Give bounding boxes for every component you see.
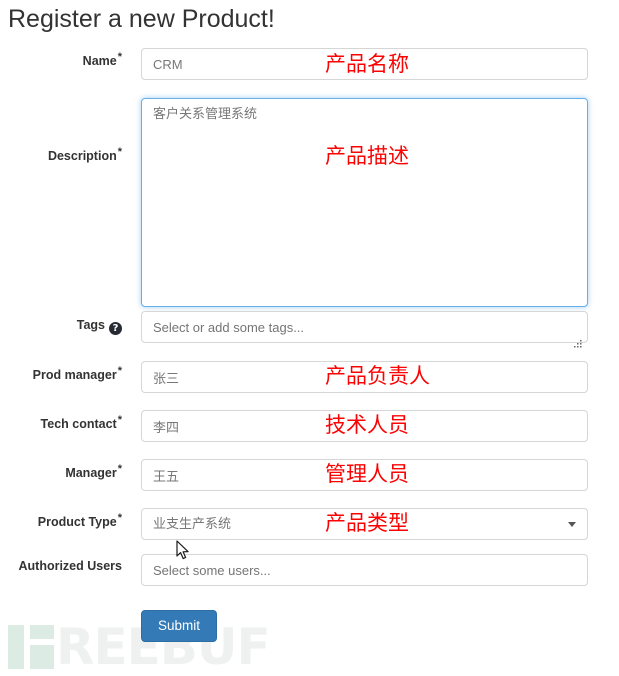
label-product-type: Product Type* xyxy=(0,511,122,530)
authorized-users-input[interactable] xyxy=(141,554,588,586)
form-row-submit: Submit xyxy=(0,606,619,652)
label-name: Name* xyxy=(0,50,122,69)
label-prod-manager-text: Prod manager xyxy=(32,368,117,382)
required-asterisk: * xyxy=(117,462,122,475)
required-asterisk: * xyxy=(117,413,122,426)
label-prod-manager: Prod manager* xyxy=(0,364,122,383)
form-row-tags: Tags? xyxy=(0,306,619,354)
label-tech-contact-text: Tech contact xyxy=(40,417,117,431)
label-description: Description* xyxy=(0,145,122,164)
product-type-select-wrapper[interactable]: 业支生产系统 xyxy=(141,508,588,540)
required-asterisk: * xyxy=(117,364,122,377)
product-type-select[interactable]: 业支生产系统 xyxy=(141,508,588,540)
label-tags: Tags? xyxy=(0,318,122,335)
description-textarea[interactable] xyxy=(141,98,588,307)
label-product-type-text: Product Type xyxy=(37,515,117,529)
form-row-product-type: Product Type* 业支生产系统 产品类型 xyxy=(0,501,619,550)
required-asterisk: * xyxy=(117,145,122,158)
form-row-manager: Manager* 管理人员 xyxy=(0,452,619,501)
form-row-tech-contact: Tech contact* 技术人员 xyxy=(0,403,619,452)
product-registration-form: Name* 产品名称 Description* 产品描述 Tags? Prod … xyxy=(0,40,619,652)
tech-contact-input[interactable] xyxy=(141,410,588,442)
label-tech-contact: Tech contact* xyxy=(0,413,122,432)
label-description-text: Description xyxy=(47,149,117,163)
label-manager: Manager* xyxy=(0,462,122,481)
required-asterisk: * xyxy=(117,511,122,524)
form-row-name: Name* 产品名称 xyxy=(0,40,619,84)
submit-button[interactable]: Submit xyxy=(141,610,218,642)
required-asterisk: * xyxy=(117,50,122,63)
label-authorized-users: Authorized Users xyxy=(0,556,123,576)
form-row-description: Description* 产品描述 xyxy=(0,84,619,348)
manager-input[interactable] xyxy=(141,459,588,491)
page-title: Register a new Product! xyxy=(8,5,275,33)
tags-input[interactable] xyxy=(141,311,588,343)
label-tags-text: Tags xyxy=(76,318,105,332)
question-mark-circle-icon[interactable]: ? xyxy=(109,322,122,335)
label-authorized-users-text: Authorized Users xyxy=(18,559,123,573)
form-row-prod-manager: Prod manager* 产品负责人 xyxy=(0,354,619,403)
label-manager-text: Manager xyxy=(65,466,117,480)
label-name-text: Name xyxy=(82,54,117,68)
name-input[interactable] xyxy=(141,48,588,80)
form-row-authorized-users: Authorized Users xyxy=(0,550,619,606)
prod-manager-input[interactable] xyxy=(141,361,588,393)
